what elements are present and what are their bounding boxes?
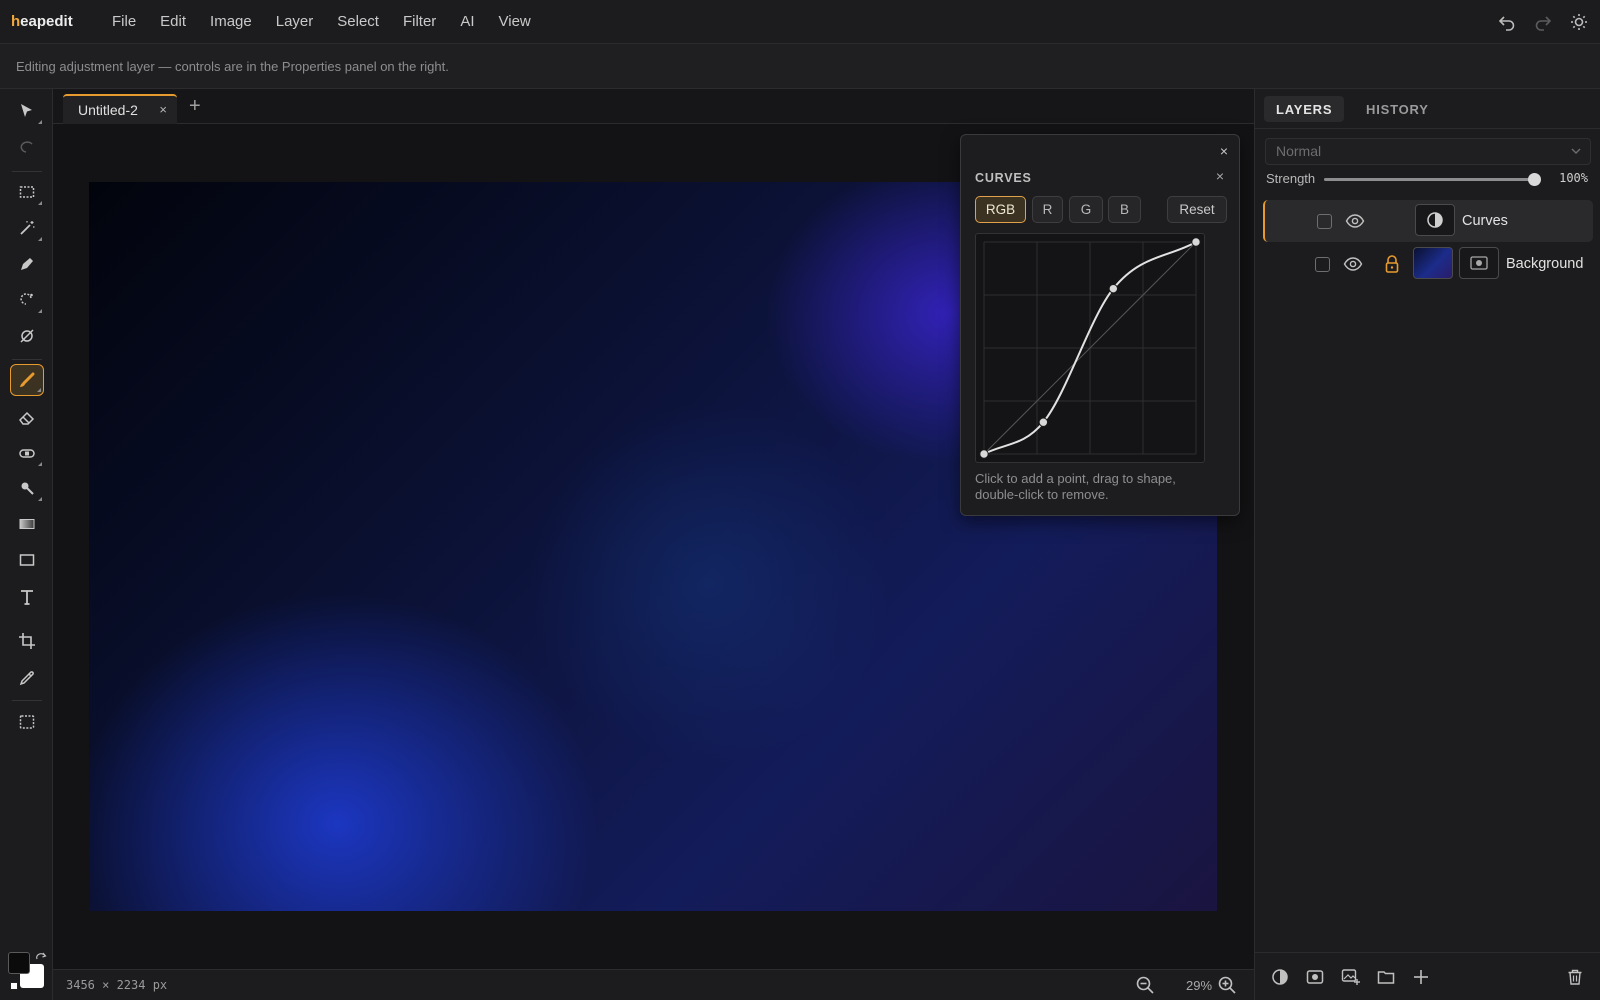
layer-row-curves[interactable]: Curves <box>1263 200 1593 242</box>
zoom-out-icon[interactable] <box>1135 975 1155 998</box>
mask-icon[interactable] <box>1306 968 1324 989</box>
curve-graph[interactable] <box>976 234 1206 464</box>
strength-value: 100% <box>1559 171 1588 185</box>
eye-icon[interactable] <box>1343 255 1363 276</box>
trash-icon[interactable] <box>1566 968 1584 989</box>
menu-image[interactable]: Image <box>198 0 264 44</box>
bandage-tool-icon[interactable] <box>10 437 44 469</box>
curve-point[interactable] <box>1038 417 1049 427</box>
eyedropper-icon[interactable] <box>10 662 44 694</box>
info-bar: Editing adjustment layer — controls are … <box>0 44 1600 89</box>
reset-button[interactable]: Reset <box>1167 196 1227 223</box>
close-tab-icon[interactable]: × <box>159 102 167 117</box>
eye-icon[interactable] <box>1345 212 1365 233</box>
curve-point[interactable] <box>979 449 989 459</box>
menu-view[interactable]: View <box>487 0 543 44</box>
zoom-in-icon[interactable] <box>1217 975 1237 998</box>
strength-label: Strength <box>1266 171 1316 186</box>
chevron-down-icon <box>1570 139 1582 172</box>
channel-rgb-button[interactable]: RGB <box>975 196 1026 223</box>
image-dimensions: 3456 × 2234 px <box>66 978 168 992</box>
tab-history[interactable]: HISTORY <box>1354 96 1441 122</box>
color-swatches[interactable] <box>8 952 48 992</box>
blend-mode-select[interactable]: Normal <box>1265 138 1591 165</box>
channel-b-button[interactable]: B <box>1108 196 1141 223</box>
close-panel-icon[interactable]: × <box>1220 143 1228 159</box>
undo-icon[interactable] <box>1496 11 1518 33</box>
magic-wand-icon[interactable] <box>10 212 44 244</box>
healing-tool-icon[interactable] <box>10 320 44 352</box>
menu-layer[interactable]: Layer <box>264 0 326 44</box>
document-tab-bar: Untitled-2 × + <box>53 89 1254 124</box>
menu-filter[interactable]: Filter <box>391 0 448 44</box>
curve-point[interactable] <box>1108 283 1119 294</box>
layer-select-checkbox[interactable] <box>1315 257 1330 272</box>
app-logo: heapedit <box>11 13 73 30</box>
adjustment-thumbnail <box>1415 204 1455 236</box>
pen-tool-icon[interactable] <box>10 248 44 280</box>
lock-icon[interactable] <box>1384 254 1400 277</box>
close-curves-icon[interactable]: × <box>1216 168 1224 184</box>
tool-bar <box>0 89 53 1000</box>
folder-icon[interactable] <box>1377 968 1395 989</box>
curves-title: CURVES <box>975 171 1032 185</box>
layers-footer <box>1255 952 1600 1000</box>
half-circle-icon <box>1427 212 1443 228</box>
move-tool-icon[interactable] <box>10 95 44 127</box>
curves-hint: Click to add a point, drag to shape, dou… <box>975 471 1176 502</box>
add-tab-icon[interactable]: + <box>189 95 201 118</box>
status-bar: 3456 × 2234 px 29% <box>53 969 1254 1000</box>
menu-bar: heapedit File Edit Image Layer Select Fi… <box>0 0 1600 44</box>
layer-name: Background <box>1506 256 1584 272</box>
rectangle-tool-icon[interactable] <box>10 544 44 576</box>
adjustment-layer-icon[interactable] <box>1271 968 1289 989</box>
panel-tabs: LAYERS HISTORY <box>1255 89 1600 129</box>
lasso-tool-icon[interactable] <box>10 131 44 163</box>
swap-colors-icon[interactable] <box>35 952 47 962</box>
layer-select-checkbox[interactable] <box>1317 214 1332 229</box>
channel-r-button[interactable]: R <box>1032 196 1063 223</box>
layer-row-background[interactable]: Background <box>1263 243 1593 285</box>
text-tool-icon[interactable] <box>10 581 44 613</box>
curves-panel: × CURVES × RGB R G B Reset Click to add … <box>960 134 1240 516</box>
marquee-tool-icon[interactable] <box>10 176 44 208</box>
right-panel: LAYERS HISTORY Normal Strength 100% Curv… <box>1254 89 1600 1000</box>
layer-mask-thumbnail[interactable] <box>1459 247 1499 279</box>
menu-right-actions <box>1496 0 1590 44</box>
info-text: Editing adjustment layer — controls are … <box>16 59 449 74</box>
curve-editor[interactable] <box>975 233 1205 463</box>
menu-edit[interactable]: Edit <box>148 0 198 44</box>
menu-file[interactable]: File <box>100 0 148 44</box>
menu-ai[interactable]: AI <box>448 0 486 44</box>
brush-tool-icon[interactable] <box>10 364 44 396</box>
quick-select-icon[interactable] <box>10 284 44 316</box>
channel-g-button[interactable]: G <box>1069 196 1103 223</box>
eraser-tool-icon[interactable] <box>10 402 44 434</box>
smudge-tool-icon[interactable] <box>10 472 44 504</box>
gradient-tool-icon[interactable] <box>10 508 44 540</box>
settings-sun-icon[interactable] <box>1568 11 1590 33</box>
tab-layers[interactable]: LAYERS <box>1264 96 1345 122</box>
foreground-color-swatch[interactable] <box>8 952 30 974</box>
zoom-level: 29% <box>1186 978 1213 993</box>
strength-slider[interactable] <box>1324 173 1541 186</box>
curve-point[interactable] <box>1191 237 1201 247</box>
default-colors-icon[interactable] <box>10 982 18 990</box>
mask-icon <box>1470 256 1488 270</box>
add-layer-icon[interactable] <box>1412 968 1430 989</box>
strength-slider-handle[interactable] <box>1528 173 1541 186</box>
frame-tool-icon[interactable] <box>10 706 44 738</box>
app-window: heapedit File Edit Image Layer Select Fi… <box>0 0 1600 1000</box>
menu-select[interactable]: Select <box>325 0 391 44</box>
layer-name: Curves <box>1462 213 1508 229</box>
crop-tool-icon[interactable] <box>10 625 44 657</box>
redo-icon[interactable] <box>1532 11 1554 33</box>
blend-mode-value: Normal <box>1276 143 1322 159</box>
document-tab[interactable]: Untitled-2 × <box>63 94 177 124</box>
document-tab-title: Untitled-2 <box>78 102 138 118</box>
image-thumbnail <box>1413 247 1453 279</box>
add-image-icon[interactable] <box>1341 968 1361 989</box>
